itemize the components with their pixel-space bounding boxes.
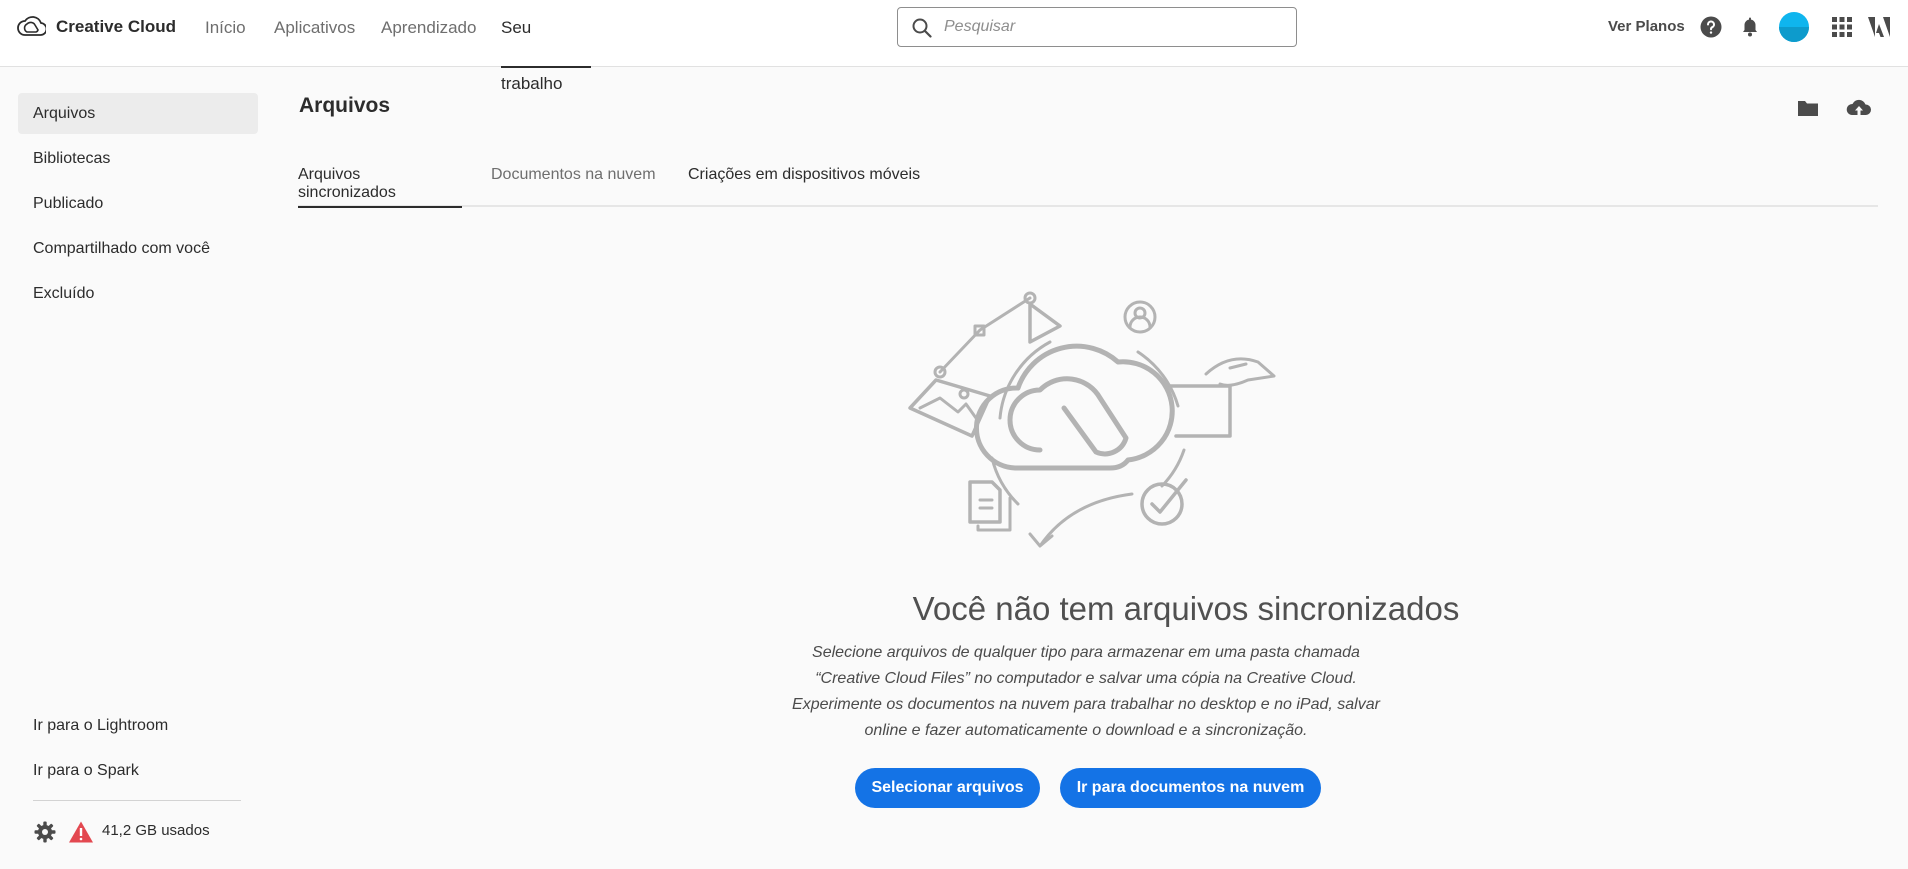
nav-inicio[interactable]: Início: [205, 0, 246, 67]
lightroom-link[interactable]: Ir para o Lightroom: [18, 705, 258, 746]
adobe-logo-icon[interactable]: [1866, 14, 1892, 40]
spark-link[interactable]: Ir para o Spark: [18, 750, 258, 791]
tab-arquivos-sincronizados-label: Arquivos sincronizados: [298, 166, 396, 201]
top-header: Creative Cloud Início Aplicativos Aprend…: [0, 0, 1908, 93]
tab-criacoes-moveis[interactable]: Criações em dispositivos móveis: [688, 166, 920, 208]
ver-planos-link[interactable]: Ver Planos: [1608, 18, 1685, 35]
nav-seu-trabalho[interactable]: Seu trabalho: [501, 0, 591, 93]
nav-aplicativos[interactable]: Aplicativos: [274, 0, 355, 67]
creative-cloud-logo[interactable]: Creative Cloud: [16, 13, 176, 41]
search-box[interactable]: [897, 7, 1297, 47]
tab-arquivos-sincronizados[interactable]: Arquivos sincronizados: [298, 166, 462, 208]
cloud-upload-icon[interactable]: [1845, 96, 1873, 120]
sidebar-item-arquivos[interactable]: Arquivos: [18, 93, 258, 134]
search-input[interactable]: [944, 14, 1284, 40]
warning-icon: [69, 821, 93, 843]
app-name: Creative Cloud: [56, 17, 176, 36]
help-icon[interactable]: [1698, 14, 1724, 40]
search-icon: [912, 18, 932, 38]
nav-aprendizado[interactable]: Aprendizado: [381, 0, 476, 67]
folder-icon[interactable]: [1796, 96, 1820, 120]
empty-state-description: Selecione arquivos de qualquer tipo para…: [792, 644, 1380, 739]
apps-grid-icon[interactable]: [1829, 14, 1855, 40]
sidebar-footer: [33, 820, 94, 844]
sidebar-item-compartilhado[interactable]: Compartilhado com você: [18, 228, 258, 269]
empty-state-illustration: [908, 291, 1276, 548]
sidebar-divider: [33, 800, 241, 801]
empty-state-title: Você não tem arquivos sincronizados: [912, 590, 1460, 627]
sidebar-item-excluido[interactable]: Excluído: [18, 273, 258, 314]
sidebar-item-bibliotecas[interactable]: Bibliotecas: [18, 138, 258, 179]
storage-usage: 41,2 GB usados: [102, 822, 210, 839]
sidebar-item-publicado[interactable]: Publicado: [18, 183, 258, 224]
go-to-cloud-documents-button[interactable]: Ir para documentos na nuvem: [1060, 768, 1321, 808]
creative-cloud-logo-icon: [17, 16, 46, 36]
bell-icon[interactable]: [1737, 14, 1763, 40]
page-title: Arquivos: [299, 94, 391, 117]
select-files-button[interactable]: Selecionar arquivos: [855, 768, 1040, 808]
tab-active-indicator: [298, 206, 462, 208]
nav-active-indicator: [501, 66, 591, 68]
tab-documentos-na-nuvem[interactable]: Documentos na nuvem: [491, 166, 656, 208]
avatar[interactable]: [1778, 11, 1810, 43]
nav-seu-trabalho-label: Seu trabalho: [501, 18, 563, 93]
gear-icon[interactable]: [33, 820, 57, 844]
